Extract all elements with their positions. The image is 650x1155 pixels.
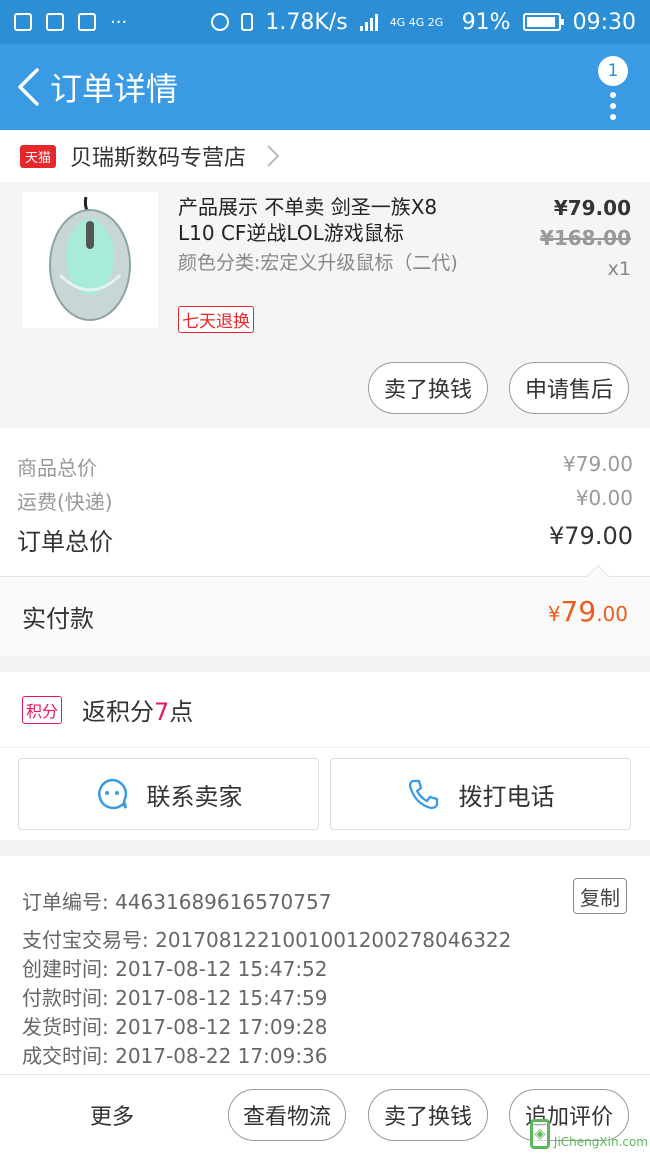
- more-link[interactable]: 更多: [90, 1099, 134, 1131]
- contact-seller-button[interactable]: 联系卖家: [18, 758, 319, 830]
- order-total-value: ¥79.00: [549, 522, 633, 550]
- back-arrow-icon[interactable]: [8, 57, 48, 117]
- goods-total-value: ¥79.00: [563, 452, 633, 476]
- points-text: 返积分7点: [82, 698, 194, 726]
- package-icon: [46, 13, 64, 31]
- vibrate-icon: [241, 13, 254, 31]
- call-phone-label: 拨打电话: [458, 782, 555, 811]
- mouse-image-icon: [49, 196, 131, 321]
- sell-for-cash-bottom-button[interactable]: 卖了换钱: [368, 1089, 488, 1141]
- points-badge: 积分: [22, 695, 63, 724]
- vertical-dots-icon: [610, 92, 616, 125]
- actual-payment-label: 实付款: [22, 605, 94, 633]
- shipping-label: 运费(快递): [17, 490, 113, 514]
- product-thumbnail[interactable]: [22, 192, 158, 328]
- watermark-logo-icon: ◈: [530, 1119, 550, 1149]
- status-bar: ··· 1.78K/s 4G 4G 2G 91% 09:30: [0, 0, 650, 44]
- actual-payment: 实付款 ¥79.00: [0, 564, 650, 656]
- return-policy-badge: 七天退换: [178, 306, 254, 333]
- sell-for-cash-button[interactable]: 卖了换钱: [368, 362, 488, 414]
- more-menu-button[interactable]: 1: [586, 56, 628, 120]
- order-number: 订单编号: 44631689616570757: [22, 890, 332, 914]
- order-total-label: 订单总价: [17, 528, 113, 556]
- message-badge: 1: [598, 56, 628, 86]
- completed-time: 成交时间: 2017-08-22 17:09:36: [22, 1044, 328, 1068]
- contact-seller-label: 联系卖家: [146, 782, 243, 811]
- site-watermark: ◈ JiChengXin.com: [530, 1109, 648, 1149]
- shipped-time: 发货时间: 2017-08-12 17:09:28: [22, 1015, 328, 1039]
- product-price: ¥79.00: [553, 196, 631, 220]
- shipping-value: ¥0.00: [575, 486, 633, 510]
- alipay-trade-number: 支付宝交易号: 2017081221001001200278046322: [22, 928, 512, 952]
- actual-payment-value: ¥79.00: [547, 595, 628, 628]
- battery-percent: 91%: [461, 9, 511, 35]
- order-info: 订单编号: 44631689616570757 复制 支付宝交易号: 20170…: [0, 856, 650, 1074]
- call-phone-button[interactable]: 拨打电话: [330, 758, 631, 830]
- battery-icon: [522, 13, 564, 31]
- product-quantity: x1: [607, 258, 631, 280]
- created-time: 创建时间: 2017-08-12 15:47:52: [22, 957, 328, 981]
- copy-button[interactable]: 复制: [573, 878, 627, 914]
- chevron-right-icon: [267, 145, 280, 167]
- bottom-action-bar: 更多 查看物流 卖了换钱 追加评价 ◈ JiChengXin.com: [0, 1074, 650, 1155]
- gallery-icon: [14, 13, 32, 31]
- product-item[interactable]: 产品展示 不单卖 剑圣一族X8 L10 CF逆战LOL游戏鼠标 颜色分类:宏定义…: [0, 182, 650, 428]
- network-speed: 1.78K/s: [265, 9, 348, 35]
- shop-name: 贝瑞斯数码专营店: [70, 146, 247, 171]
- contact-section: 联系卖家 拨打电话: [0, 748, 650, 840]
- watermark-text: JiChengXin.com: [553, 1134, 648, 1149]
- tmall-logo-icon: 天猫: [20, 144, 57, 168]
- shop-row[interactable]: 天猫 贝瑞斯数码专营店: [0, 130, 650, 182]
- clock: 09:30: [572, 9, 636, 35]
- phone-icon: [408, 779, 438, 810]
- chat-bubble-icon: [97, 778, 127, 810]
- network-type: 4G 4G 2G: [389, 15, 444, 29]
- price-summary: 商品总价 ¥79.00 运费(快递) ¥0.00 订单总价 ¥79.00: [0, 428, 650, 576]
- paid-time: 付款时间: 2017-08-12 15:47:59: [22, 986, 328, 1010]
- more-notifications-icon: ···: [110, 11, 128, 33]
- location-icon: [211, 13, 230, 31]
- nav-bar: 订单详情 1: [0, 44, 650, 130]
- wifi-signal-icon: [359, 13, 378, 31]
- product-original-price: ¥168.00: [539, 226, 631, 250]
- product-title: 产品展示 不单卖 剑圣一族X8 L10 CF逆战LOL游戏鼠标: [178, 195, 438, 245]
- goods-total-label: 商品总价: [17, 456, 97, 480]
- product-sku: 颜色分类:宏定义升级鼠标（二代): [178, 252, 458, 274]
- apps-icon: [78, 13, 96, 31]
- page-title: 订单详情: [50, 70, 179, 108]
- points-reward: 积分 返积分7点: [0, 672, 650, 748]
- view-logistics-button[interactable]: 查看物流: [228, 1089, 346, 1141]
- after-sale-button[interactable]: 申请售后: [509, 362, 629, 414]
